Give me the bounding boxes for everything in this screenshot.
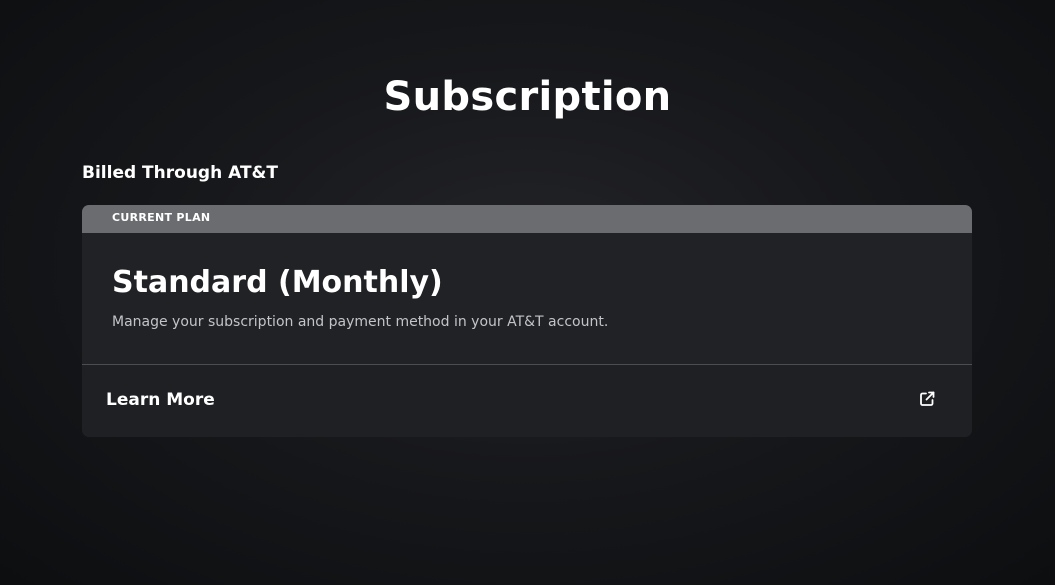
current-plan-card: CURRENT PLAN Standard (Monthly) Manage y…	[82, 205, 972, 437]
current-plan-tag: CURRENT PLAN	[82, 205, 972, 233]
billing-heading: Billed Through AT&T	[82, 163, 278, 183]
learn-more-link[interactable]: Learn More	[82, 365, 972, 437]
page-title: Subscription	[383, 74, 672, 120]
plan-details: Standard (Monthly) Manage your subscript…	[82, 233, 972, 364]
external-link-icon[interactable]	[918, 390, 936, 408]
learn-more-label: Learn More	[106, 390, 215, 410]
plan-name: Standard (Monthly)	[112, 265, 443, 300]
plan-description: Manage your subscription and payment met…	[112, 314, 609, 330]
